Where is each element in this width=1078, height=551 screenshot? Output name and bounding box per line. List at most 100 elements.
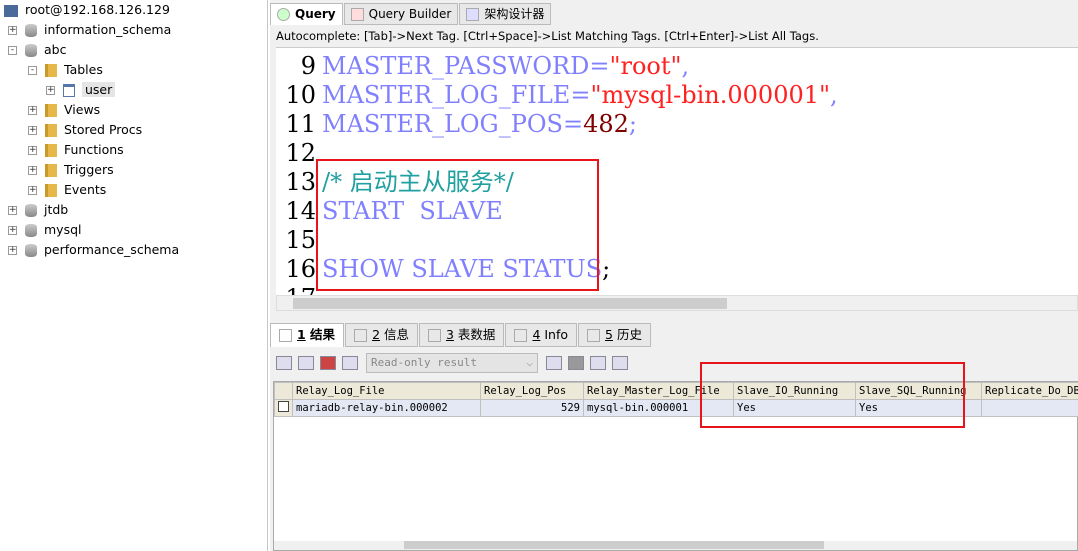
code-token: 482 xyxy=(583,110,629,138)
database-icon xyxy=(25,224,37,237)
code-token: ; xyxy=(628,110,638,138)
expand-icon[interactable]: + xyxy=(8,206,17,215)
tree-item-triggers[interactable]: + Triggers xyxy=(28,160,114,180)
tree-item-abc[interactable]: - abc xyxy=(8,40,66,60)
table-cell[interactable]: 529 xyxy=(480,399,584,417)
tree-item-user[interactable]: + user xyxy=(46,80,116,100)
code-token: "root" xyxy=(609,52,682,80)
tab-number: 1 xyxy=(297,327,306,342)
server-icon xyxy=(4,4,18,17)
scrollbar-thumb[interactable] xyxy=(404,541,824,549)
tree-item-root-192-168-126-129[interactable]: root@192.168.126.129 xyxy=(4,0,170,20)
result-tab-2[interactable]: 2 信息 xyxy=(345,323,418,347)
folder-icon xyxy=(45,124,57,137)
code-token: MASTER_LOG_FILE= xyxy=(322,81,591,109)
expand-icon[interactable]: + xyxy=(28,146,37,155)
folder-icon xyxy=(45,64,57,77)
tree-item-jtdb[interactable]: + jtdb xyxy=(8,200,68,220)
tree-item-label: jtdb xyxy=(44,202,69,217)
expand-icon[interactable]: + xyxy=(28,166,37,175)
result-mode-value: Read-only result xyxy=(371,356,477,369)
query-builder-icon xyxy=(350,8,364,21)
schema-designer-icon xyxy=(466,8,480,21)
tree-item-stored-procs[interactable]: + Stored Procs xyxy=(28,120,142,140)
database-icon xyxy=(25,204,37,217)
column-header-replicate_do_db[interactable]: Replicate_Do_DB xyxy=(981,382,1078,400)
tab-schema-designer[interactable]: 架构设计器 xyxy=(459,3,552,25)
save-icon xyxy=(568,356,584,370)
tree-item-label: root@192.168.126.129 xyxy=(25,2,170,17)
tree-item-label: Functions xyxy=(64,142,124,157)
folder-icon xyxy=(45,184,57,197)
column-header-relay_log_file[interactable]: Relay_Log_File xyxy=(292,382,481,400)
result-tabs: 1 结果 2 信息 3 表数据 4 Info 5 历史 xyxy=(270,323,652,347)
table-data-icon xyxy=(428,329,441,342)
tab-label: 架构设计器 xyxy=(484,7,545,21)
table-cell[interactable]: mariadb-relay-bin.000002 xyxy=(292,399,481,417)
highlight-box-running-status xyxy=(700,362,965,428)
expand-icon[interactable]: + xyxy=(28,126,37,135)
cancel-icon xyxy=(612,356,628,370)
row-checkbox-cell[interactable] xyxy=(274,399,293,417)
tree-item-label: Stored Procs xyxy=(64,122,143,137)
tree-item-views[interactable]: + Views xyxy=(28,100,100,120)
autocomplete-hint: Autocomplete: [Tab]->Next Tag. [Ctrl+Spa… xyxy=(276,29,819,43)
tree-item-performance-schema[interactable]: + performance_schema xyxy=(8,240,179,260)
result-tab-4[interactable]: 4 Info xyxy=(505,323,578,347)
tree-item-functions[interactable]: + Functions xyxy=(28,140,124,160)
tree-item-label: Triggers xyxy=(64,162,114,177)
database-icon xyxy=(25,44,37,57)
tab-number: 5 xyxy=(605,327,613,342)
expand-icon[interactable]: + xyxy=(8,226,17,235)
code-token: , xyxy=(681,52,690,80)
collapse-icon[interactable]: - xyxy=(8,46,17,55)
object-browser: root@192.168.126.129 + information_schema -… xyxy=(0,0,268,551)
tree-item-label: abc xyxy=(44,42,67,57)
tree-item-label: mysql xyxy=(44,222,82,237)
tree-item-label: user xyxy=(82,82,116,97)
tree-item-events[interactable]: + Events xyxy=(28,180,106,200)
scrollbar-thumb[interactable] xyxy=(293,298,727,309)
tree-item-label: performance_schema xyxy=(44,242,180,257)
database-icon xyxy=(25,244,37,257)
code-token: , xyxy=(830,81,838,109)
expand-icon[interactable]: + xyxy=(8,26,17,35)
column-header-relay_log_pos[interactable]: Relay_Log_Pos xyxy=(480,382,584,400)
grid-horizontal-scrollbar[interactable] xyxy=(274,541,1077,550)
tab-query[interactable]: Query xyxy=(270,3,343,25)
tree-item-label: Tables xyxy=(64,62,103,77)
expand-icon[interactable]: + xyxy=(8,246,17,255)
add-row-icon xyxy=(546,356,562,370)
table-cell[interactable] xyxy=(981,399,1078,417)
highlight-box-start-slave xyxy=(316,159,599,291)
collapse-icon[interactable]: - xyxy=(28,66,37,75)
result-tab-3[interactable]: 3 表数据 xyxy=(419,323,505,347)
folder-icon xyxy=(45,164,57,177)
tree-item-tables[interactable]: - Tables xyxy=(28,60,103,80)
tab-query-builder[interactable]: Query Builder xyxy=(343,3,459,25)
tab-label: Query xyxy=(295,7,336,21)
result-mode-select[interactable]: Read-only result ⌵ xyxy=(366,353,538,373)
tree-item-mysql[interactable]: + mysql xyxy=(8,220,82,240)
table-icon xyxy=(63,84,75,97)
tree-item-label: information_schema xyxy=(44,22,172,37)
delete-row-icon xyxy=(590,356,606,370)
result-toolbar: Read-only result ⌵ xyxy=(276,352,634,374)
editor-horizontal-scrollbar[interactable] xyxy=(276,295,1078,311)
refresh-icon[interactable] xyxy=(342,356,358,370)
export-icon[interactable] xyxy=(276,356,292,370)
copy-icon[interactable] xyxy=(298,356,314,370)
database-icon xyxy=(25,24,37,37)
query-icon xyxy=(277,8,290,21)
expand-icon[interactable]: + xyxy=(28,106,37,115)
tree-item-information-schema[interactable]: + information_schema xyxy=(8,20,171,40)
expand-icon[interactable]: + xyxy=(28,186,37,195)
history-icon xyxy=(587,329,601,342)
expand-icon[interactable]: + xyxy=(46,86,55,95)
editor-tabs: Query Query Builder 架构设计器 xyxy=(270,3,552,25)
tab-number: 2 xyxy=(372,327,381,342)
row-checkbox[interactable] xyxy=(278,401,289,412)
grid-view-icon[interactable] xyxy=(320,356,336,370)
result-tab-5[interactable]: 5 历史 xyxy=(578,323,651,347)
result-tab-1[interactable]: 1 结果 xyxy=(270,323,345,347)
